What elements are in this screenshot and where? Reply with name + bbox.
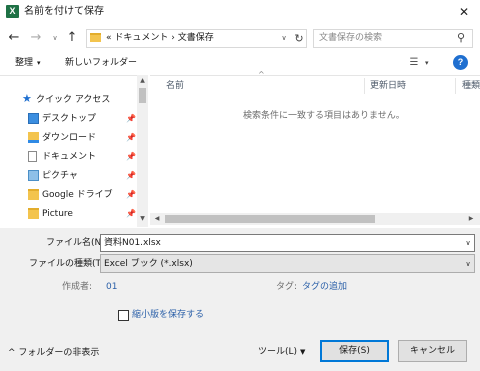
new-folder-button[interactable]: 新しいフォルダー [65,56,137,70]
star-icon: ★ [22,92,32,105]
back-arrow-icon[interactable]: ← [6,30,22,46]
file-list[interactable] [150,75,480,227]
column-header-name[interactable]: 名前 [166,80,184,92]
up-arrow-icon[interactable]: ↑ [64,30,80,46]
organize-button[interactable]: 整理 [15,56,33,70]
pin-icon: 📌 [126,209,136,218]
add-tag-link[interactable]: タグの追加 [302,281,347,293]
save-thumbnail-checkbox[interactable] [118,310,129,321]
pin-icon: 📌 [126,152,136,161]
cancel-button[interactable]: キャンセル [398,340,467,362]
pin-icon: 📌 [126,133,136,142]
save-button[interactable]: 保存(S) [320,340,389,362]
document-icon [28,151,37,162]
scroll-right-arrow-icon[interactable]: ▶ [466,214,476,224]
picture-icon [28,170,39,181]
save-thumbnail-label[interactable]: 縮小版を保存する [132,309,204,321]
refresh-icon[interactable]: ↻ [292,30,306,47]
breadcrumb[interactable]: « ドキュメント › 文書保存 [106,31,214,45]
address-dropdown-chevron-icon[interactable]: ∨ [278,30,290,47]
download-icon [28,132,39,143]
folder-icon [90,33,101,42]
filename-dropdown-chevron-icon[interactable]: ∨ [462,236,474,250]
column-header-date-modified[interactable]: 更新日時 [370,80,406,92]
close-button[interactable]: ✕ [452,2,476,22]
filetype-label: ファイルの種類(T): [29,259,108,269]
tag-label: タグ: [276,282,298,292]
scrollbar-thumb[interactable] [165,215,375,223]
view-caret-icon[interactable]: ▾ [425,56,429,70]
excel-app-icon: X [6,5,19,18]
author-label: 作成者: [62,282,93,292]
forward-arrow-icon[interactable]: → [28,30,44,46]
sidebar-item-label: クイック アクセス [36,95,111,105]
desktop-icon [28,113,39,124]
column-header-type[interactable]: 種類 [462,80,480,92]
folder-icon [28,208,39,219]
window-title: 名前を付けて保存 [24,6,104,17]
empty-results-message: 検索条件に一致する項目はありません。 [243,111,405,121]
organize-caret-icon[interactable]: ▾ [37,56,41,70]
pin-icon: 📌 [126,171,136,180]
sort-indicator-icon: ^ [258,70,265,79]
search-placeholder: 文書保存の検索 [319,33,383,43]
pin-icon: 📌 [126,190,136,199]
sidebar-item-label: デスクトップ [42,114,97,124]
pin-icon: 📌 [126,114,136,123]
sidebar-item-label: ドキュメント [42,152,97,162]
tools-caret-icon[interactable]: ▼ [300,346,305,358]
scroll-down-arrow-icon[interactable]: ▼ [137,214,148,224]
filename-label: ファイル名(N): [46,238,108,248]
filename-value[interactable]: 資料N01.xlsx [104,237,161,249]
sidebar-item-label: ピクチャ [42,171,78,181]
scroll-up-arrow-icon[interactable]: ▲ [137,76,148,86]
recent-locations-chevron-icon[interactable]: ∨ [49,30,61,46]
filetype-value[interactable]: Excel ブック (*.xlsx) [104,258,193,270]
sidebar-item-label: Google ドライブ [42,190,113,200]
navigation-pane: ★ クイック アクセス デスクトップ 📌 ダウンロード 📌 ドキュメント 📌 ピ… [0,75,148,227]
scroll-left-arrow-icon[interactable]: ◀ [152,214,162,224]
scrollbar-thumb[interactable] [139,88,146,103]
sidebar-item-label: ダウンロード [42,133,97,143]
author-value[interactable]: 01 [106,281,117,293]
tools-button[interactable]: ツール(L) [258,346,297,358]
column-divider[interactable] [364,78,365,94]
sidebar-item-label: Picture [42,209,73,219]
filetype-dropdown-chevron-icon[interactable]: ∨ [462,257,474,271]
help-icon[interactable]: ? [453,55,468,70]
hide-folders-toggle[interactable]: ^ フォルダーの非表示 [8,347,99,359]
folder-icon [28,189,39,200]
column-divider[interactable] [455,78,456,94]
search-icon[interactable]: ⚲ [454,31,468,45]
view-options-icon[interactable]: ☰ [407,56,421,70]
